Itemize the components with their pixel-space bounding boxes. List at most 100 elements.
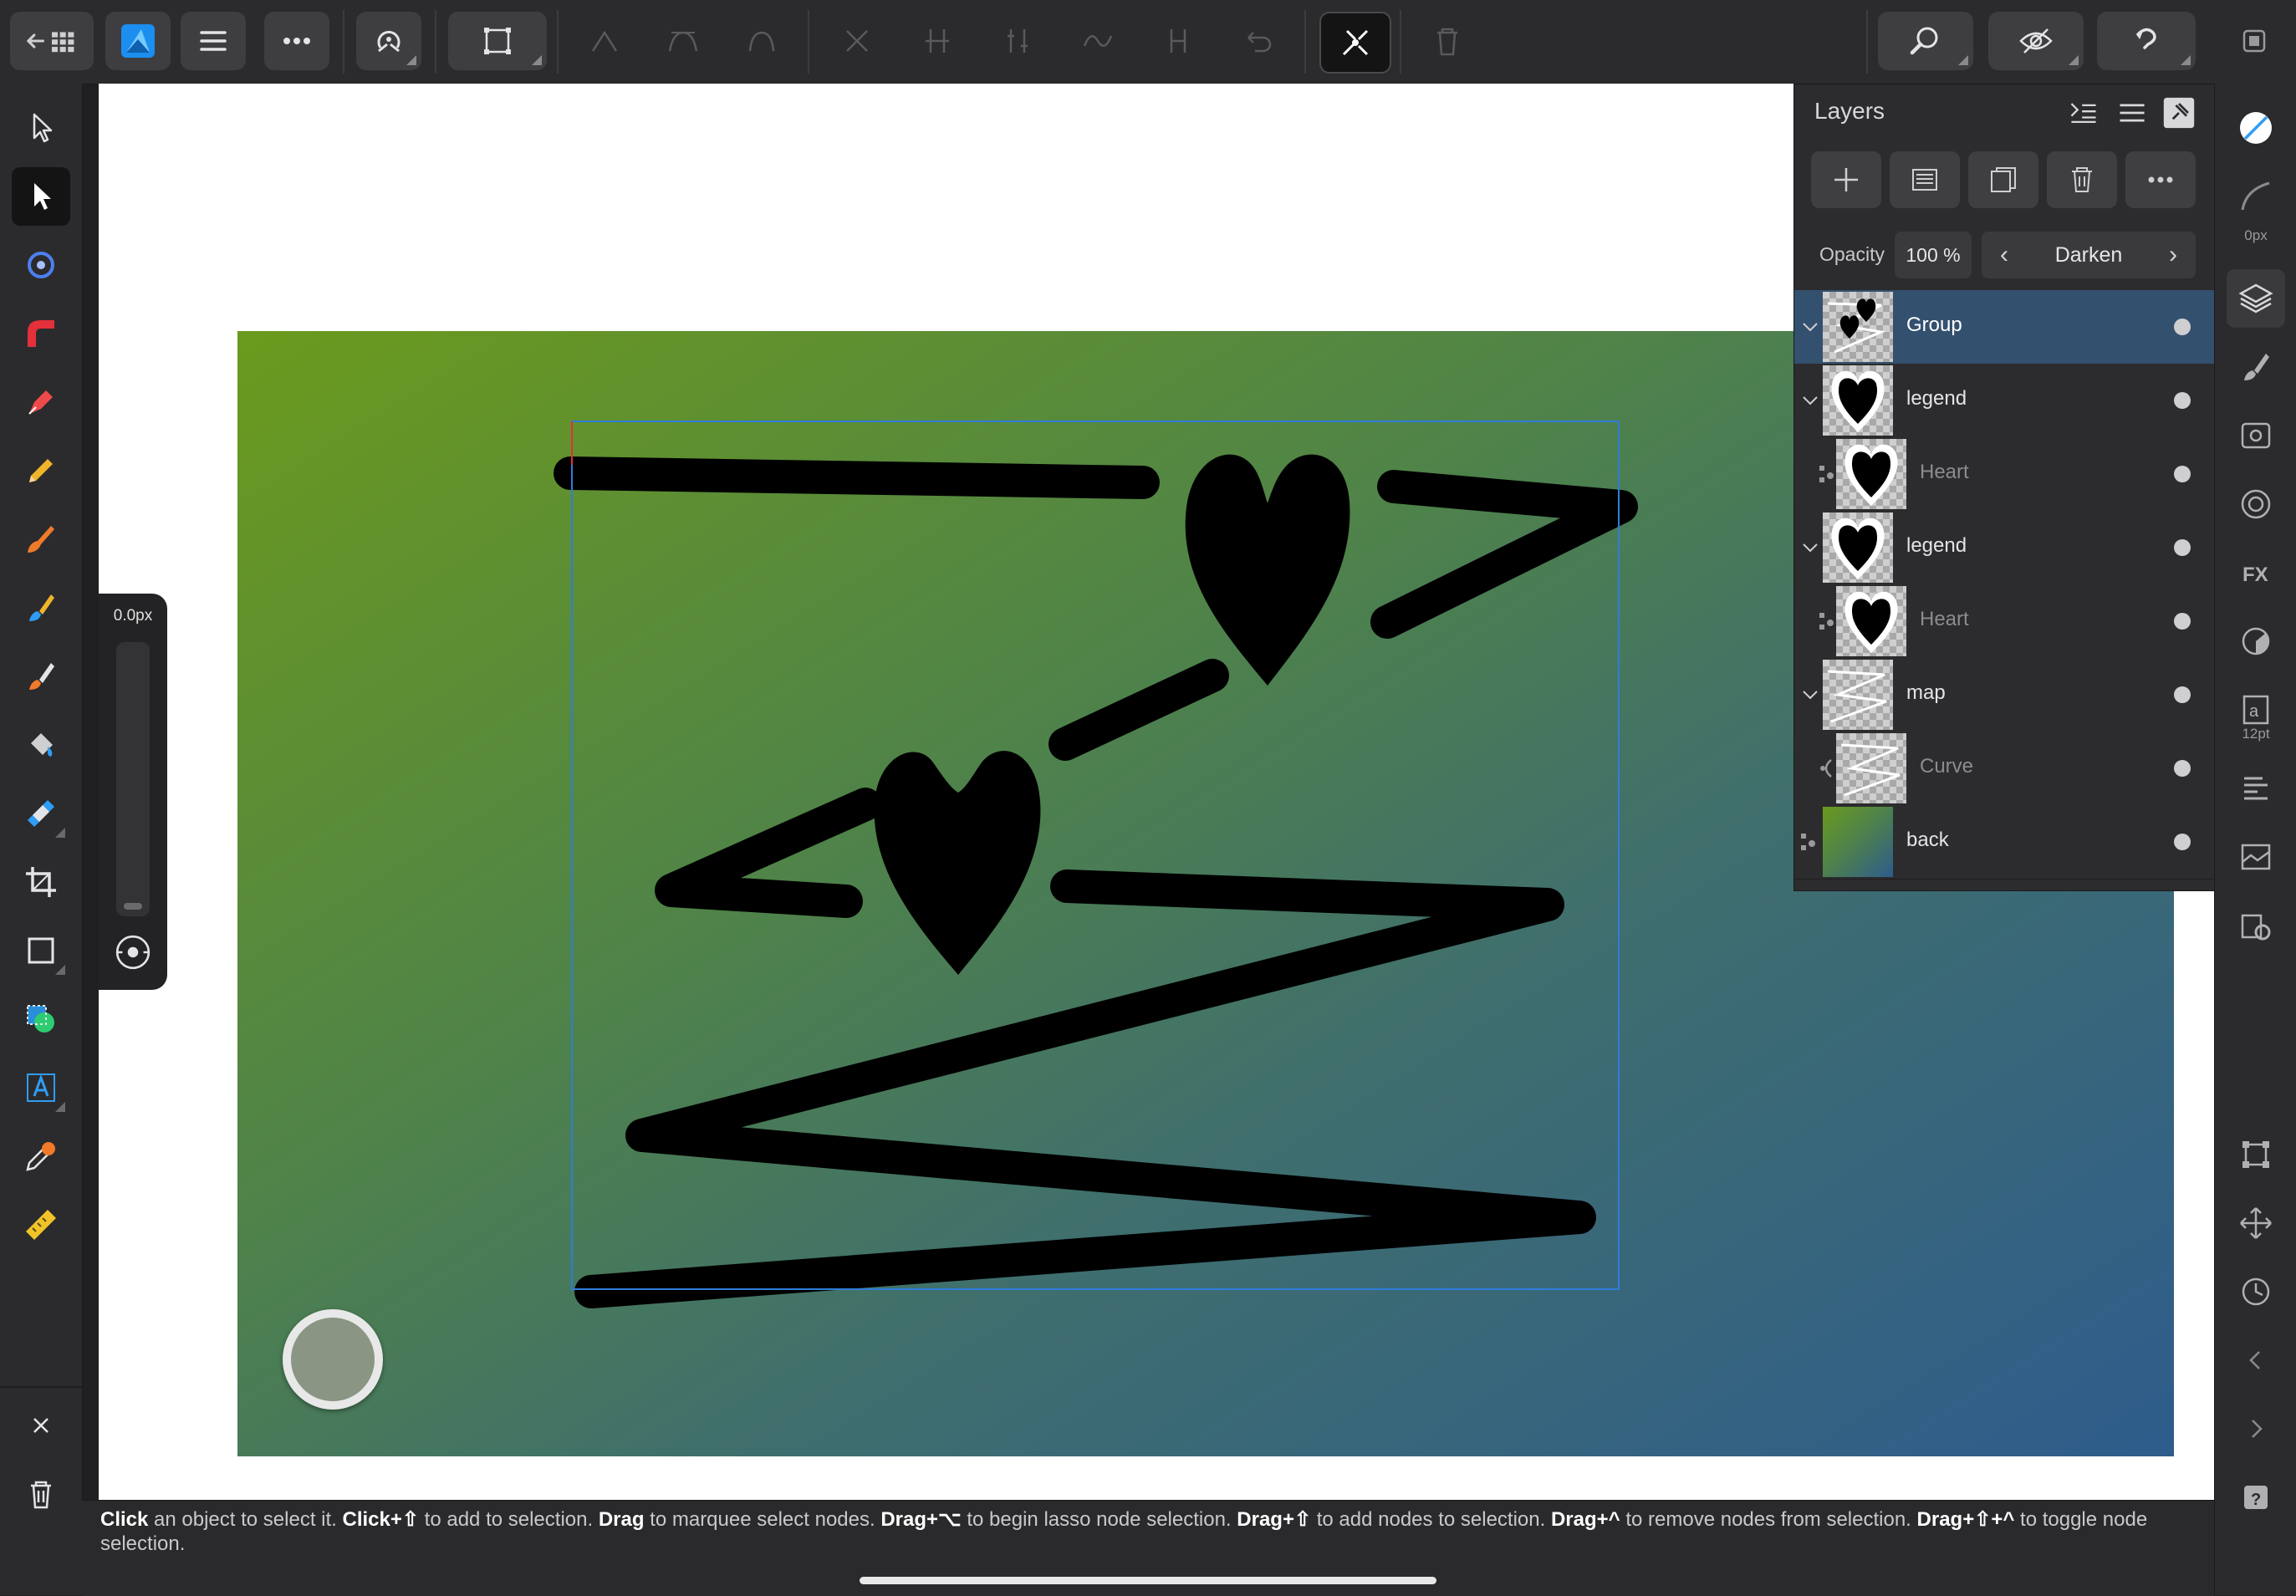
layer-row-heart[interactable]: Heart: [1794, 437, 2214, 512]
transform-studio-button[interactable]: [2227, 1125, 2285, 1184]
context-hint-bar: Click an object to select it. Click+⇧ to…: [82, 1500, 2214, 1596]
assets-icon: [2241, 844, 2271, 870]
pressure-icon[interactable]: [114, 933, 152, 971]
layer-name: Group: [1906, 314, 1962, 336]
transform-icon: [2242, 1141, 2269, 1168]
blend-next-button[interactable]: ›: [2154, 232, 2192, 278]
delete-layer-button[interactable]: [2047, 151, 2117, 208]
heart-shape[interactable]: [1185, 454, 1350, 686]
history-studio-button[interactable]: [2227, 1262, 2285, 1321]
paragraph-icon: [2244, 777, 2268, 800]
layer-thumbnail: [1836, 586, 1906, 656]
chevron-left-icon: [2249, 1351, 2260, 1369]
collapse-chevron-icon[interactable]: [1798, 385, 1823, 416]
layer-name: back: [1906, 829, 1949, 851]
svg-text:?: ?: [2251, 1491, 2261, 1509]
width-slider-thumb[interactable]: [124, 903, 142, 910]
add-layer-button[interactable]: [1811, 151, 1881, 208]
help-icon: ?: [2244, 1486, 2268, 1509]
home-indicator[interactable]: [860, 1577, 1436, 1584]
layer-thumbnail: [1823, 660, 1893, 730]
shape-layer-icon: [1819, 613, 1834, 630]
visibility-toggle[interactable]: [2174, 613, 2191, 630]
svg-text:a: a: [2249, 702, 2259, 721]
eye-icon: [2241, 422, 2271, 449]
layer-thumbnail: [1823, 807, 1893, 877]
visibility-toggle[interactable]: [2174, 466, 2191, 482]
collapse-chevron-icon[interactable]: [1798, 533, 1823, 563]
visibility-toggle[interactable]: [2174, 760, 2191, 777]
collapse-left-button[interactable]: [2227, 1331, 2285, 1389]
duplicate-icon: [1991, 167, 2016, 192]
pin-panel-icon[interactable]: [2162, 96, 2196, 130]
paragraph-studio-button[interactable]: [2227, 759, 2285, 818]
studio-strip: 0px FX a 12pt ?: [2214, 84, 2296, 1595]
quick-color-button[interactable]: [283, 1309, 383, 1410]
color-studio-button[interactable]: [2227, 475, 2285, 533]
pixel-layer-icon: [1801, 834, 1815, 850]
color-wheel-icon: [2241, 489, 2271, 519]
stroke-curve-icon: [2241, 181, 2270, 211]
layer-thumbnail: [1836, 733, 1906, 803]
visibility-toggle[interactable]: [2174, 686, 2191, 703]
stroke-width-button[interactable]: [2227, 167, 2285, 226]
navigator-studio-button[interactable]: [2227, 1194, 2285, 1252]
duplicate-layer-button[interactable]: [1968, 151, 2038, 208]
adjustments-studio-button[interactable]: [2227, 612, 2285, 671]
layer-thumbnail: [1836, 439, 1906, 509]
width-slider-panel: 0.0px: [99, 594, 167, 990]
layers-studio-button[interactable]: [2227, 269, 2285, 328]
layer-row-curve[interactable]: Curve: [1794, 732, 2214, 806]
layer-name: Heart: [1920, 461, 1969, 483]
brushes-studio-button[interactable]: [2227, 338, 2285, 396]
brush-icon: [2244, 354, 2269, 380]
layers-title: Layers: [1814, 98, 1885, 124]
layer-thumbnail: [1823, 512, 1893, 583]
layer-row-legend[interactable]: legend: [1794, 364, 2214, 438]
layer-row-heart[interactable]: Heart: [1794, 584, 2214, 659]
layer-row-back[interactable]: back: [1794, 805, 2214, 880]
visibility-toggle[interactable]: [2174, 539, 2191, 556]
layer-thumbnail: [1823, 365, 1893, 436]
visibility-toggle[interactable]: [2174, 392, 2191, 409]
stroke-color-button[interactable]: [2227, 99, 2285, 157]
hint-text: Click an object to select it. Click+⇧ to…: [100, 1508, 2148, 1555]
text-style-icon: a: [2242, 695, 2269, 725]
layers-options-icon[interactable]: [2067, 96, 2100, 130]
layer-row-legend[interactable]: legend: [1794, 511, 2214, 585]
color-swatch: [291, 1318, 375, 1401]
width-value: 0.0px: [113, 607, 153, 625]
opacity-row: Opacity 100 % ‹ Darken ›: [1794, 225, 2214, 285]
collapse-right-button[interactable]: [2227, 1400, 2285, 1458]
assets-studio-button[interactable]: [2227, 828, 2285, 886]
opacity-field[interactable]: 100 %: [1895, 232, 1972, 278]
add-mask-button[interactable]: [1890, 151, 1960, 208]
trash-icon: [2072, 167, 2092, 192]
preferences-studio-button[interactable]: [2227, 896, 2285, 955]
map-curve[interactable]: [554, 456, 1638, 1308]
blend-prev-button[interactable]: ‹: [1985, 232, 2023, 278]
layer-name: Heart: [1920, 608, 1969, 630]
panel-menu-icon[interactable]: [2115, 96, 2149, 130]
more-layer-options-button[interactable]: [2125, 151, 2196, 208]
effects-studio-button[interactable]: FX: [2227, 543, 2285, 602]
visibility-toggle[interactable]: [2174, 834, 2191, 850]
layer-row-group[interactable]: Group: [1794, 290, 2214, 365]
move-arrows-icon: [2240, 1207, 2272, 1239]
stroke-width-label: 0px: [2244, 227, 2268, 243]
appearance-studio-button[interactable]: [2227, 406, 2285, 465]
chevron-right-icon: [2252, 1420, 2263, 1438]
heart-shape[interactable]: [874, 751, 1041, 975]
collapse-chevron-icon[interactable]: [1798, 312, 1823, 342]
layer-thumbnail: [1823, 292, 1893, 362]
mask-icon: [1912, 169, 1937, 191]
layer-row-map[interactable]: map: [1794, 658, 2214, 732]
collapse-chevron-icon[interactable]: [1798, 680, 1823, 710]
visibility-toggle[interactable]: [2174, 319, 2191, 335]
opacity-label: Opacity: [1819, 243, 1885, 265]
blend-mode-selector[interactable]: ‹ Darken ›: [1982, 232, 2196, 278]
layers-panel: Layers Opacity 100 % ‹ Darken › Group le…: [1793, 84, 2215, 891]
curve-layer-icon: [1820, 759, 1832, 778]
help-button[interactable]: ?: [2227, 1468, 2285, 1527]
width-slider[interactable]: [116, 642, 150, 916]
